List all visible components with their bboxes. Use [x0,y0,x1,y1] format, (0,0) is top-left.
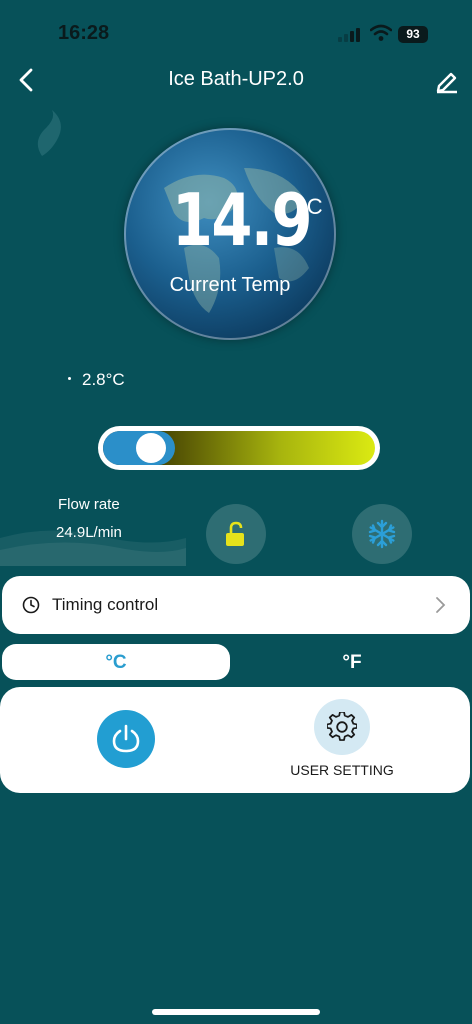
edit-icon[interactable] [434,68,460,94]
current-temp-unit: °C [298,194,323,219]
home-indicator [152,1009,320,1015]
user-setting-label: USER SETTING [290,762,394,778]
wifi-icon [370,24,392,41]
timing-control-row[interactable]: Timing control [2,576,470,634]
status-time: 16:28 [58,22,110,44]
chevron-right-icon [436,597,446,613]
snowflake-icon [368,519,396,549]
flow-rate-value: 24.9L/min [56,524,122,541]
celsius-toggle[interactable]: °C [2,644,230,680]
battery-indicator: 93 [398,26,428,43]
control-card: USER SETTING [0,687,470,793]
current-temp-label: Current Temp [169,274,291,296]
power-button[interactable] [97,710,155,768]
page-title: Ice Bath-UP2.0 [168,68,304,90]
fahrenheit-toggle[interactable]: °F [238,644,466,680]
clock-icon [22,596,40,614]
flow-rate-label: Flow rate [58,496,120,513]
user-setting-button[interactable] [314,699,370,755]
temperature-slider[interactable] [98,426,380,470]
cooling-button[interactable] [352,504,412,564]
signal-icon [338,26,364,42]
lock-icon [226,521,244,546]
set-temp-value: 2.8°C [82,370,125,389]
lock-button[interactable] [206,504,266,564]
current-temp-value: 14.9 [171,178,313,262]
logo-watermark [37,110,61,156]
set-temp-dot [68,377,71,380]
power-icon [112,724,140,753]
gear-icon [327,712,357,741]
timing-control-label: Timing control [52,595,159,614]
